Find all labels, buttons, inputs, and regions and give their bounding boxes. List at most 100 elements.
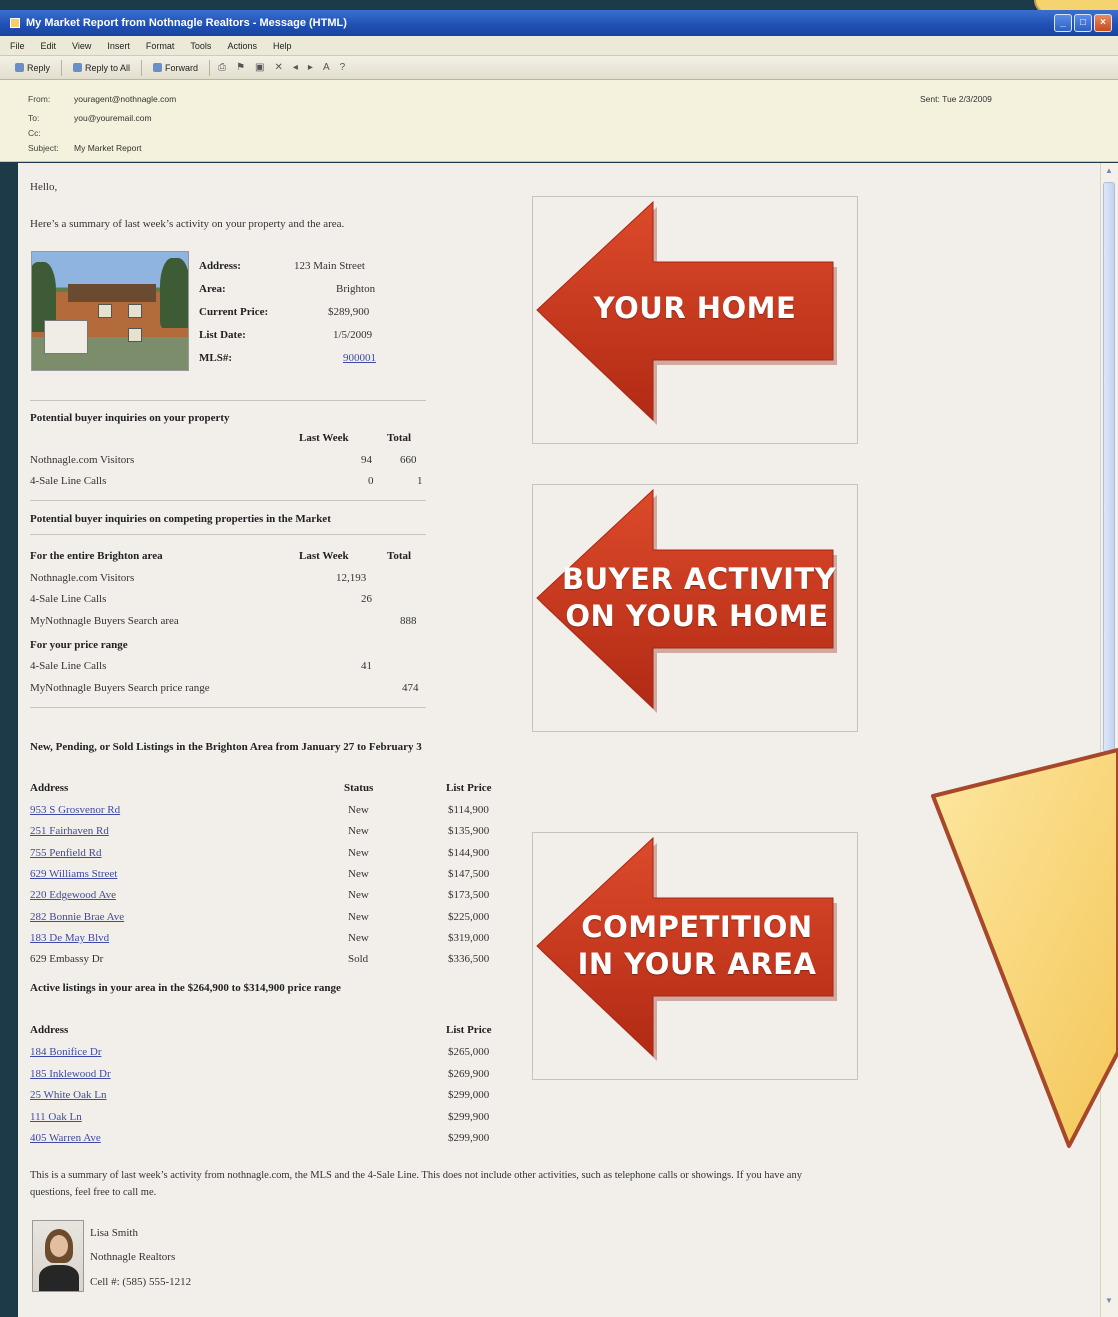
inquiries-title: Potential buyer inquiries on your proper…: [30, 412, 230, 424]
window-titlebar[interactable]: My Market Report from Nothnagle Realtors…: [0, 10, 1118, 36]
scroll-down-arrow-icon[interactable]: ▼: [1102, 1296, 1116, 1310]
from-row: From: youragent@nothnagle.com: [28, 94, 176, 104]
menu-format[interactable]: Format: [146, 41, 175, 51]
divider: [30, 534, 426, 535]
scroll-up-arrow-icon[interactable]: ▲: [1102, 166, 1116, 180]
brighton-area-heading: For the entire Brighton area: [30, 550, 163, 562]
annotation-buyer-activity-line1: BUYER ACTIVITY: [562, 562, 837, 596]
listing-status: New: [348, 889, 369, 902]
mls-link[interactable]: 900001: [343, 352, 376, 364]
active-listing-address[interactable]: 185 Inklewood Dr: [30, 1068, 111, 1080]
active-listing-address[interactable]: 111 Oak Ln: [30, 1111, 82, 1123]
active-title: Active listings in your area in the $264…: [30, 982, 341, 994]
col-last-week: Last Week: [299, 550, 349, 562]
listing-address[interactable]: 629 Williams Street: [30, 868, 117, 880]
col-address: Address: [30, 782, 69, 794]
inquiry-week: 0: [368, 475, 374, 487]
from-value[interactable]: youragent@nothnagle.com: [74, 94, 176, 104]
agent-cell: Cell #: (585) 555-1212: [90, 1276, 192, 1288]
competing-week: 26: [361, 593, 372, 605]
scrollbar-thumb[interactable]: [1103, 182, 1115, 752]
toolbar-separator: [209, 59, 211, 76]
tree-shape: [160, 258, 188, 328]
delete-icon[interactable]: ✕: [272, 62, 284, 73]
listing-status: New: [348, 846, 369, 859]
active-listing-price: $265,000: [448, 1046, 490, 1058]
divider: [30, 500, 426, 501]
active-listing-price: $269,900: [448, 1067, 490, 1080]
forward-button[interactable]: Forward: [148, 60, 203, 76]
range-label: 4-Sale Line Calls: [30, 660, 107, 672]
print-icon[interactable]: ⎙: [216, 62, 228, 73]
reply-icon: [15, 63, 24, 72]
col-total: Total: [387, 550, 412, 562]
house-window: [128, 328, 142, 342]
minimize-button[interactable]: _: [1054, 14, 1072, 32]
house-window: [128, 304, 142, 318]
listing-address[interactable]: 755 Penfield Rd: [30, 847, 102, 859]
listing-address[interactable]: 251 Fairhaven Rd: [30, 825, 109, 837]
menu-file[interactable]: File: [10, 41, 25, 51]
intro-text: Here’s a summary of last week’s activity…: [30, 218, 345, 230]
message-header: From: youragent@nothnagle.com To: you@yo…: [0, 80, 1118, 162]
menu-bar: File Edit View Insert Format Tools Actio…: [0, 36, 1118, 56]
col-address: Address: [30, 1024, 69, 1036]
agent-photo: [32, 1220, 84, 1292]
competing-label: Nothnagle.com Visitors: [30, 572, 135, 584]
annotation-buyer-activity-line2: ON YOUR HOME: [565, 599, 829, 633]
menu-insert[interactable]: Insert: [107, 41, 130, 51]
subject-label: Subject:: [28, 143, 59, 153]
to-label: To:: [28, 113, 40, 123]
close-button[interactable]: ×: [1094, 14, 1112, 32]
follow-up-flag-icon[interactable]: ⚑: [234, 62, 247, 73]
range-total: 474: [402, 682, 419, 694]
competing-total: 888: [400, 615, 417, 627]
divider: [30, 707, 426, 708]
reply-all-button[interactable]: Reply to All: [68, 60, 135, 76]
area-label: Area:: [199, 283, 226, 295]
menu-view[interactable]: View: [72, 41, 91, 51]
sent-label: Sent:: [920, 94, 940, 104]
reply-button[interactable]: Reply: [10, 60, 55, 76]
annotation-your-home: YOUR HOME: [593, 291, 797, 325]
reply-label: Reply: [27, 62, 51, 73]
listing-address[interactable]: 282 Bonnie Brae Ave: [30, 911, 124, 923]
to-value[interactable]: you@youremail.com: [74, 113, 152, 123]
next-item-icon[interactable]: ▸: [306, 62, 315, 73]
footer-text-2: questions, feel free to call me.: [30, 1187, 157, 1198]
active-listing-price: $299,900: [448, 1132, 490, 1144]
active-listing-address[interactable]: 184 Bonifice Dr: [30, 1046, 101, 1058]
menu-tools[interactable]: Tools: [190, 41, 211, 51]
inquiry-week: 94: [361, 454, 372, 466]
col-list-price: List Price: [446, 1024, 492, 1036]
categorize-icon[interactable]: ▣: [253, 62, 266, 73]
reply-all-icon: [73, 63, 83, 72]
menu-actions[interactable]: Actions: [227, 41, 257, 51]
list-date-label: List Date:: [199, 329, 246, 341]
house-window: [98, 304, 112, 318]
active-listing-address[interactable]: 405 Warren Ave: [30, 1132, 101, 1144]
active-listing-address[interactable]: 25 White Oak Ln: [30, 1089, 106, 1101]
competing-label: MyNothnagle Buyers Search area: [30, 615, 179, 627]
forward-icon: [153, 63, 163, 72]
inquiry-total: 660: [400, 454, 417, 466]
menu-edit[interactable]: Edit: [41, 41, 57, 51]
subject-value: My Market Report: [74, 143, 142, 153]
maximize-button[interactable]: □: [1074, 14, 1092, 32]
address-value: 123 Main Street: [294, 260, 365, 272]
font-size-icon[interactable]: A: [321, 62, 332, 73]
cc-row: Cc:: [28, 128, 74, 138]
annotation-competition-line1: COMPETITION: [581, 910, 813, 944]
listing-price: $173,500: [448, 889, 490, 902]
help-icon[interactable]: ?: [338, 62, 348, 73]
sent-value: Tue 2/3/2009: [942, 94, 992, 104]
suit-shape: [39, 1265, 79, 1291]
listing-address[interactable]: 220 Edgewood Ave: [30, 889, 116, 901]
toolbar: Reply Reply to All Forward ⎙ ⚑ ▣ ✕ ◂ ▸ A…: [0, 56, 1118, 80]
previous-item-icon[interactable]: ◂: [291, 62, 300, 73]
competing-week: 12,193: [336, 572, 367, 584]
listing-address[interactable]: 953 S Grosvenor Rd: [30, 804, 120, 816]
menu-help[interactable]: Help: [273, 41, 292, 51]
listing-address[interactable]: 183 De May Blvd: [30, 932, 109, 944]
envelope-icon: [10, 18, 20, 28]
